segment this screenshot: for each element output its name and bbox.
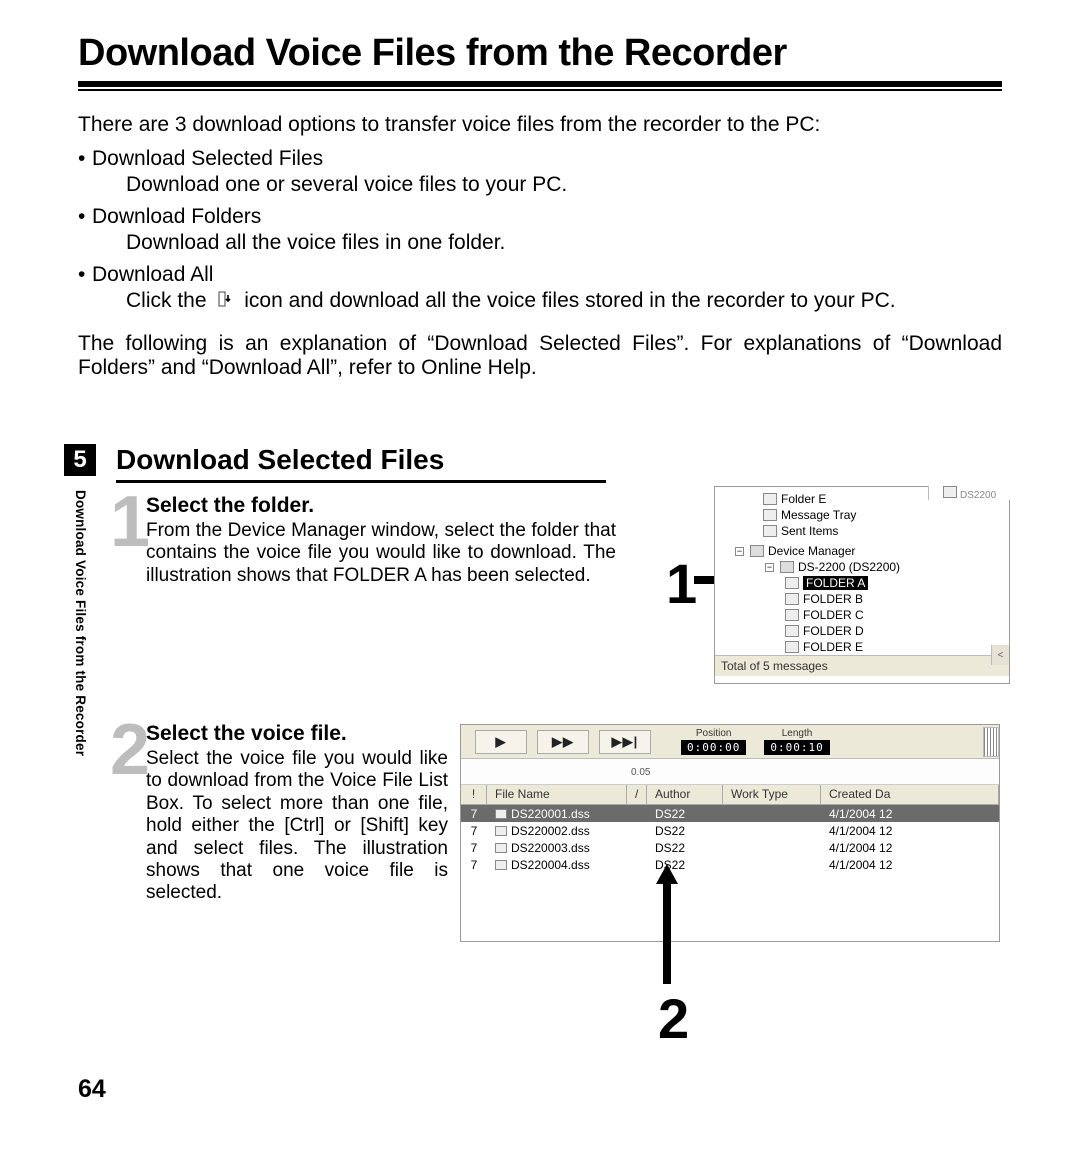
section-heading: Download Selected Files	[116, 444, 1002, 476]
step-1-title: Select the folder.	[146, 494, 616, 518]
device-manager-screenshot: DS2200 Folder E Message Tray Sent Items …	[714, 486, 1010, 684]
play-button[interactable]: ▶	[475, 730, 527, 754]
title-rule	[78, 81, 1002, 87]
explain-text: The following is an explanation of “Down…	[78, 332, 1002, 382]
callout-2-arrow-icon	[656, 864, 678, 984]
side-running-head: Download Voice Files from the Recorder	[72, 490, 88, 756]
tree-folder[interactable]: FOLDER E	[803, 640, 863, 654]
scroll-left-icon[interactable]: <	[991, 645, 1009, 665]
step-2-title: Select the voice file.	[146, 722, 448, 746]
page-number: 64	[78, 1075, 106, 1104]
col-created[interactable]: Created Da	[821, 785, 999, 804]
intro-text: There are 3 download options to transfer…	[78, 113, 1002, 137]
length-label: Length	[764, 728, 829, 739]
position-value: 0:00:00	[681, 740, 746, 755]
download-all-icon	[216, 291, 234, 309]
step-1-number: 1	[110, 486, 150, 558]
table-header-row: ! File Name / Author Work Type Created D…	[461, 785, 999, 805]
position-label: Position	[681, 728, 746, 739]
volume-slider[interactable]	[983, 727, 999, 757]
step-2-number: 2	[110, 714, 150, 786]
table-row[interactable]: 7 DS220004.dss DS22 4/1/2004 12	[461, 856, 999, 873]
tree-folder-a-selected[interactable]: FOLDER A	[803, 576, 868, 590]
col-sort-indicator[interactable]: /	[627, 785, 647, 804]
table-row[interactable]: 7 DS220002.dss DS22 4/1/2004 12	[461, 822, 999, 839]
bullet-1-desc: Download one or several voice files to y…	[126, 173, 1002, 197]
tree-item[interactable]: Sent Items	[781, 524, 838, 538]
file-icon	[495, 843, 507, 853]
bullet-3-desc: Click the icon and download all the voic…	[126, 289, 1002, 313]
file-icon	[495, 826, 507, 836]
col-worktype[interactable]: Work Type	[723, 785, 821, 804]
tree-device[interactable]: DS-2200 (DS2200)	[798, 560, 900, 574]
table-row-selected[interactable]: 7 DS220001.dss DS22 4/1/2004 12	[461, 805, 999, 822]
callout-2-number: 2	[658, 986, 689, 1051]
ruler-tick: 0.05	[631, 767, 650, 778]
file-icon	[495, 809, 507, 819]
col-priority[interactable]: !	[461, 785, 487, 804]
file-icon	[495, 860, 507, 870]
tree-collapse-icon[interactable]: −	[765, 563, 774, 572]
step-1-body: From the Device Manager window, select t…	[146, 520, 616, 587]
timeline-ruler[interactable]: 0.05	[461, 759, 999, 785]
tree-item[interactable]: Folder E	[781, 492, 826, 506]
callout-1-number: 1	[666, 551, 697, 616]
tree-folder[interactable]: FOLDER C	[803, 608, 864, 622]
table-row[interactable]: 7 DS220003.dss DS22 4/1/2004 12	[461, 839, 999, 856]
tree-device-manager[interactable]: Device Manager	[768, 544, 855, 558]
bullet-2-desc: Download all the voice files in one fold…	[126, 231, 1002, 255]
bullet-3-title: Download All	[92, 263, 213, 287]
tree-folder[interactable]: FOLDER D	[803, 624, 864, 638]
fast-forward-button[interactable]: ▶▶	[537, 730, 589, 754]
bullet-1-title: Download Selected Files	[92, 147, 323, 171]
length-value: 0:00:10	[764, 740, 829, 755]
section-rule	[116, 480, 606, 483]
page-title: Download Voice Files from the Recorder	[78, 32, 1002, 75]
step-2-body: Select the voice file you would like to …	[146, 748, 448, 905]
status-bar-text: Total of 5 messages	[715, 655, 1009, 676]
options-list: •Download Selected Files Download one or…	[78, 147, 1002, 313]
tree-item[interactable]: Message Tray	[781, 508, 856, 522]
col-filename[interactable]: File Name	[487, 785, 627, 804]
tree-collapse-icon[interactable]: −	[735, 547, 744, 556]
voice-file-list-screenshot: ▶ ▶▶ ▶▶| Position0:00:00 Length0:00:10 0…	[460, 724, 1000, 942]
cutoff-filename: DS2200	[928, 486, 1010, 500]
bullet-2-title: Download Folders	[92, 205, 261, 229]
chapter-number-tab: 5	[64, 444, 96, 476]
col-author[interactable]: Author	[647, 785, 723, 804]
tree-folder[interactable]: FOLDER B	[803, 592, 863, 606]
skip-next-button[interactable]: ▶▶|	[599, 730, 651, 754]
title-rule-thin	[78, 89, 1002, 91]
